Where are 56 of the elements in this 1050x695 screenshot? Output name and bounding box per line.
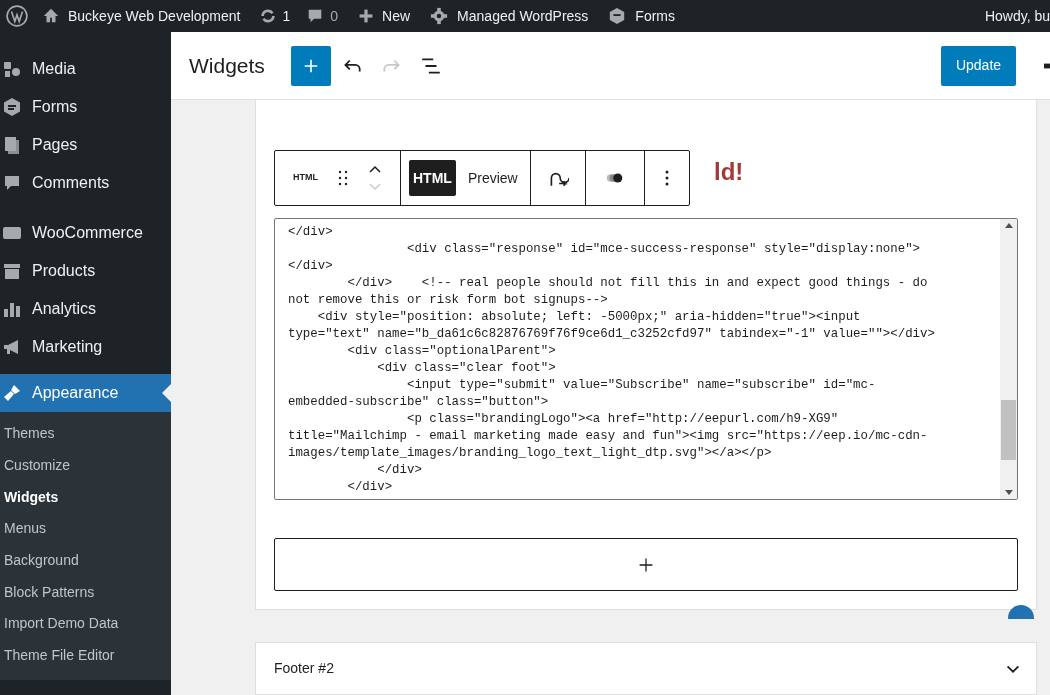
help-badge[interactable] <box>1008 605 1034 619</box>
media-icon <box>2 59 22 79</box>
plus-icon[interactable] <box>358 8 375 24</box>
sidebar-item[interactable]: Appearance <box>0 374 171 412</box>
submenu-item[interactable]: Customize <box>0 449 171 482</box>
area-title: Footer #2 <box>274 659 334 678</box>
forms-icon[interactable] <box>608 7 627 25</box>
sidebar-item[interactable]: Pages <box>0 126 171 164</box>
submenu-item[interactable]: Block Patterns <box>0 576 171 609</box>
greeting-link[interactable]: Howdy, bu <box>984 5 1050 27</box>
products-icon <box>2 261 22 281</box>
site-name-link[interactable]: Buckeye Web Development <box>68 5 241 27</box>
comments-count[interactable]: 0 <box>330 5 339 27</box>
refresh-icon[interactable] <box>258 7 277 25</box>
gear-icon[interactable] <box>430 7 449 25</box>
forms-link[interactable]: Forms <box>635 5 676 27</box>
pages-icon <box>2 135 22 155</box>
sidebar-item[interactable]: Forms <box>0 88 171 126</box>
code-text: </div> <div class="response" id="mce-success-response" style="display:none"> </div> </div> <!-- real people should not fill this in and expect good things - do not remove this or risk form bot signups--> <div style="position: absolute; left: -5000px;" aria-hidden="true"><input type="text" name="b_da61c6c82876769f76f9ce6d1_c3252cfd97" tabindex="-1" value=""></div> <div class="optionalParent"> <div class="clear foot"> <input type="submit" value="Subscribe" name="subscribe" id="mc- embedded-subscribe" class="button"> <p class="brandingLogo"><a href="http://eepurl.com/h9-XG9" title="Mailchimp - email marketing made easy and fun"><img src="https://eep.io/mc-cdn- images/template_images/branding_logo_text_light_dtp.svg"></a></p> </div> </div> <box>287 224 936 496</box>
new-link[interactable]: New <box>382 5 411 27</box>
scrollbar-thumb[interactable] <box>1001 400 1016 460</box>
scroll-up-icon[interactable] <box>1004 223 1013 228</box>
footer-area-card[interactable]: Footer #2 <box>255 642 1037 695</box>
submenu-item[interactable]: Menus <box>0 513 171 545</box>
mode-tab[interactable]: Preview <box>463 160 522 196</box>
add-block-button[interactable] <box>274 538 1018 591</box>
update-button[interactable]: Update <box>941 45 1016 86</box>
sidebar-item[interactable]: WooCommerce <box>0 214 171 252</box>
scroll-down-icon[interactable] <box>1004 490 1013 495</box>
comments-icon <box>2 173 22 193</box>
drag-handle-icon[interactable] <box>338 170 348 186</box>
current-arrow-icon <box>162 384 171 402</box>
paintbrush-icon <box>2 383 22 403</box>
submenu-item[interactable]: Import Demo Data <box>0 608 171 640</box>
managed-wordpress-link[interactable]: Managed WordPress <box>457 5 589 27</box>
submenu-item[interactable]: Widgets <box>0 481 171 514</box>
sidebar-item[interactable]: Comments <box>0 164 171 202</box>
code-editor[interactable] <box>274 218 1018 500</box>
sidebar-item[interactable]: Analytics <box>0 290 171 328</box>
sidebar-item[interactable]: Marketing <box>0 328 171 366</box>
sidebar-item[interactable]: Media <box>0 50 171 88</box>
mode-tab[interactable]: HTML <box>409 160 456 196</box>
home-icon[interactable] <box>42 7 60 25</box>
wordpress-logo-icon[interactable] <box>6 5 28 27</box>
plus-icon <box>638 556 654 573</box>
submenu-item[interactable]: Themes <box>0 418 171 450</box>
scrollbar[interactable] <box>1000 219 1017 499</box>
more-options-icon[interactable] <box>664 170 669 186</box>
sidebar-item[interactable]: Products <box>0 252 171 290</box>
submenu-item[interactable]: Theme File Editor <box>0 639 171 672</box>
heading-text: ld! <box>714 157 744 187</box>
submenu-item[interactable]: Background <box>0 544 171 577</box>
move-up-down-icon[interactable] <box>368 164 382 192</box>
page-title: Widgets <box>189 52 265 79</box>
updates-count[interactable]: 1 <box>282 5 291 27</box>
block-type-label[interactable]: HTML <box>293 171 318 185</box>
